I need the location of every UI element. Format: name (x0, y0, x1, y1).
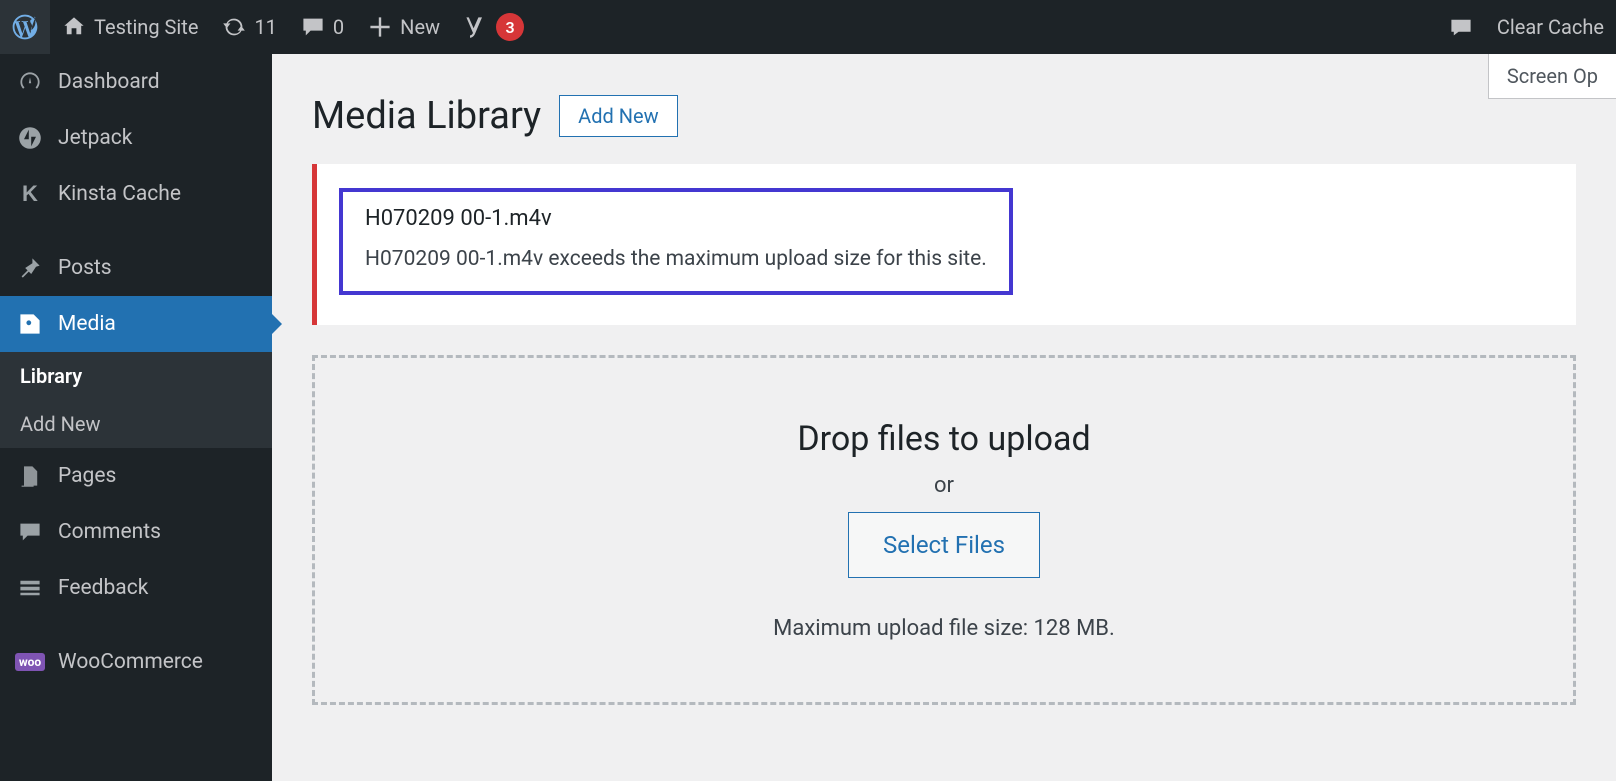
sidebar-item-posts[interactable]: Posts (0, 240, 272, 296)
sidebar-item-dashboard[interactable]: Dashboard (0, 54, 272, 110)
add-new-button[interactable]: Add New (559, 95, 677, 137)
update-icon (222, 15, 246, 39)
new-content-link[interactable]: New (356, 0, 452, 54)
yoast-link[interactable]: 3 (452, 0, 536, 54)
woocommerce-icon: woo (16, 653, 44, 671)
clear-cache-label: Clear Cache (1497, 15, 1604, 39)
main-content: Screen Op Media Library Add New H070209 … (272, 54, 1616, 781)
comment-icon (301, 15, 325, 39)
wp-logo[interactable] (0, 0, 50, 54)
sidebar-item-media[interactable]: Media (0, 296, 272, 352)
sidebar-label: Dashboard (58, 70, 160, 94)
home-icon (62, 15, 86, 39)
media-submenu: Library Add New (0, 352, 272, 448)
pin-icon (16, 256, 44, 280)
yoast-icon (464, 15, 488, 39)
notifications-link[interactable] (1437, 0, 1485, 54)
error-message: H070209 00-1.m4v exceeds the maximum upl… (365, 247, 987, 271)
clear-cache-link[interactable]: Clear Cache (1485, 0, 1616, 54)
page-title: Media Library (312, 94, 541, 138)
submenu-add-new[interactable]: Add New (0, 400, 272, 448)
admin-bar: Testing Site 11 0 New 3 Clear Cache (0, 0, 1616, 54)
sidebar-label: Feedback (58, 576, 148, 600)
screen-options-tab[interactable]: Screen Op (1488, 54, 1616, 99)
sidebar-item-jetpack[interactable]: Jetpack (0, 110, 272, 166)
notice-highlight-box: H070209 00-1.m4v H070209 00-1.m4v exceed… (339, 188, 1013, 295)
max-upload-hint: Maximum upload file size: 128 MB. (773, 616, 1115, 641)
error-filename: H070209 00-1.m4v (365, 206, 987, 231)
sidebar-label: Kinsta Cache (58, 182, 181, 206)
sidebar-label: Comments (58, 520, 161, 544)
updates-count: 11 (254, 15, 276, 39)
dropzone-or: or (934, 473, 954, 498)
pages-icon (16, 464, 44, 488)
sidebar-label: Posts (58, 256, 112, 280)
upload-error-notice: H070209 00-1.m4v H070209 00-1.m4v exceed… (312, 164, 1576, 325)
select-files-button[interactable]: Select Files (848, 512, 1040, 578)
dashboard-icon (16, 70, 44, 94)
yoast-badge: 3 (496, 13, 524, 41)
submenu-library[interactable]: Library (0, 352, 272, 400)
comments-icon (16, 520, 44, 544)
dropzone-heading: Drop files to upload (797, 419, 1090, 459)
jetpack-icon (16, 126, 44, 150)
sidebar-item-comments[interactable]: Comments (0, 504, 272, 560)
kinsta-icon: K (16, 181, 44, 207)
sidebar-label: WooCommerce (58, 650, 203, 674)
sidebar-label: Jetpack (58, 126, 132, 150)
updates-link[interactable]: 11 (210, 0, 288, 54)
admin-sidebar: Dashboard Jetpack K Kinsta Cache Posts M… (0, 54, 272, 781)
feedback-icon (16, 576, 44, 600)
sidebar-label: Media (58, 312, 116, 336)
sidebar-item-kinsta[interactable]: K Kinsta Cache (0, 166, 272, 222)
upload-dropzone[interactable]: Drop files to upload or Select Files Max… (312, 355, 1576, 705)
site-name-text: Testing Site (94, 15, 198, 39)
sidebar-item-woocommerce[interactable]: woo WooCommerce (0, 634, 272, 690)
sidebar-item-pages[interactable]: Pages (0, 448, 272, 504)
plus-icon (368, 15, 392, 39)
sidebar-label: Pages (58, 464, 116, 488)
wordpress-icon (12, 14, 38, 40)
notification-icon (1449, 15, 1473, 39)
sidebar-item-feedback[interactable]: Feedback (0, 560, 272, 616)
comments-count-top: 0 (333, 15, 344, 39)
comments-link[interactable]: 0 (289, 0, 356, 54)
page-header: Media Library Add New (312, 94, 1576, 138)
new-label: New (400, 15, 440, 39)
media-icon (16, 312, 44, 336)
site-name-link[interactable]: Testing Site (50, 0, 210, 54)
